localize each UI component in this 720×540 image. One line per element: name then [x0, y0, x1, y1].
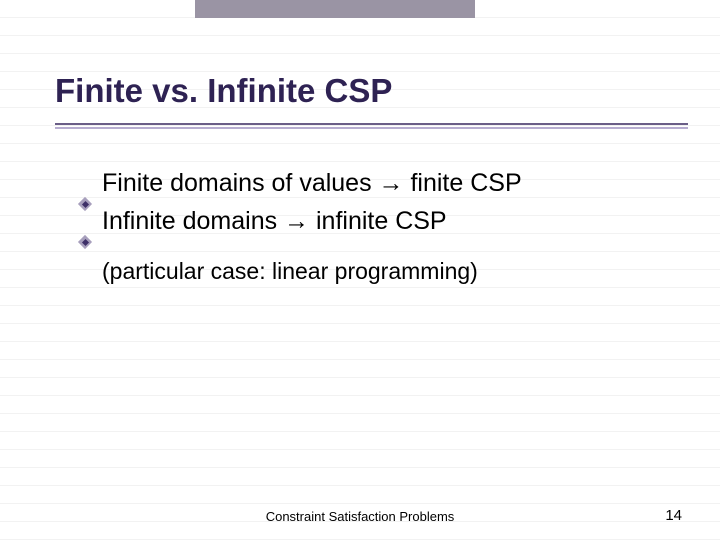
bullet-prefix: Finite domains of values [102, 169, 379, 197]
footer-center-text: Constraint Satisfaction Problems [0, 509, 720, 524]
body-area: Finite domains of values → finite CSP In… [80, 165, 660, 285]
top-decorative-bar [195, 0, 475, 18]
arrow-icon: → [379, 169, 404, 197]
bullet-prefix: Infinite domains [102, 207, 284, 235]
bullet-text: Finite domains of values → finite CSP [102, 165, 660, 201]
slide: Finite vs. Infinite CSP Finite domains o… [0, 0, 720, 540]
bullet-suffix: infinite CSP [309, 207, 447, 235]
bullet-text: Infinite domains → infinite CSP [102, 203, 660, 239]
page-number: 14 [665, 507, 682, 524]
title-underline [55, 123, 688, 129]
sub-note: (particular case: linear programming) [102, 258, 660, 285]
slide-title: Finite vs. Infinite CSP [55, 72, 680, 110]
bullet-item: Infinite domains → infinite CSP [80, 203, 660, 239]
title-area: Finite vs. Infinite CSP [55, 72, 680, 110]
rule-light [55, 127, 688, 129]
rule-dark [55, 123, 688, 125]
arrow-icon: → [284, 207, 309, 235]
bullet-suffix: finite CSP [404, 169, 522, 197]
bullet-item: Finite domains of values → finite CSP [80, 165, 660, 201]
